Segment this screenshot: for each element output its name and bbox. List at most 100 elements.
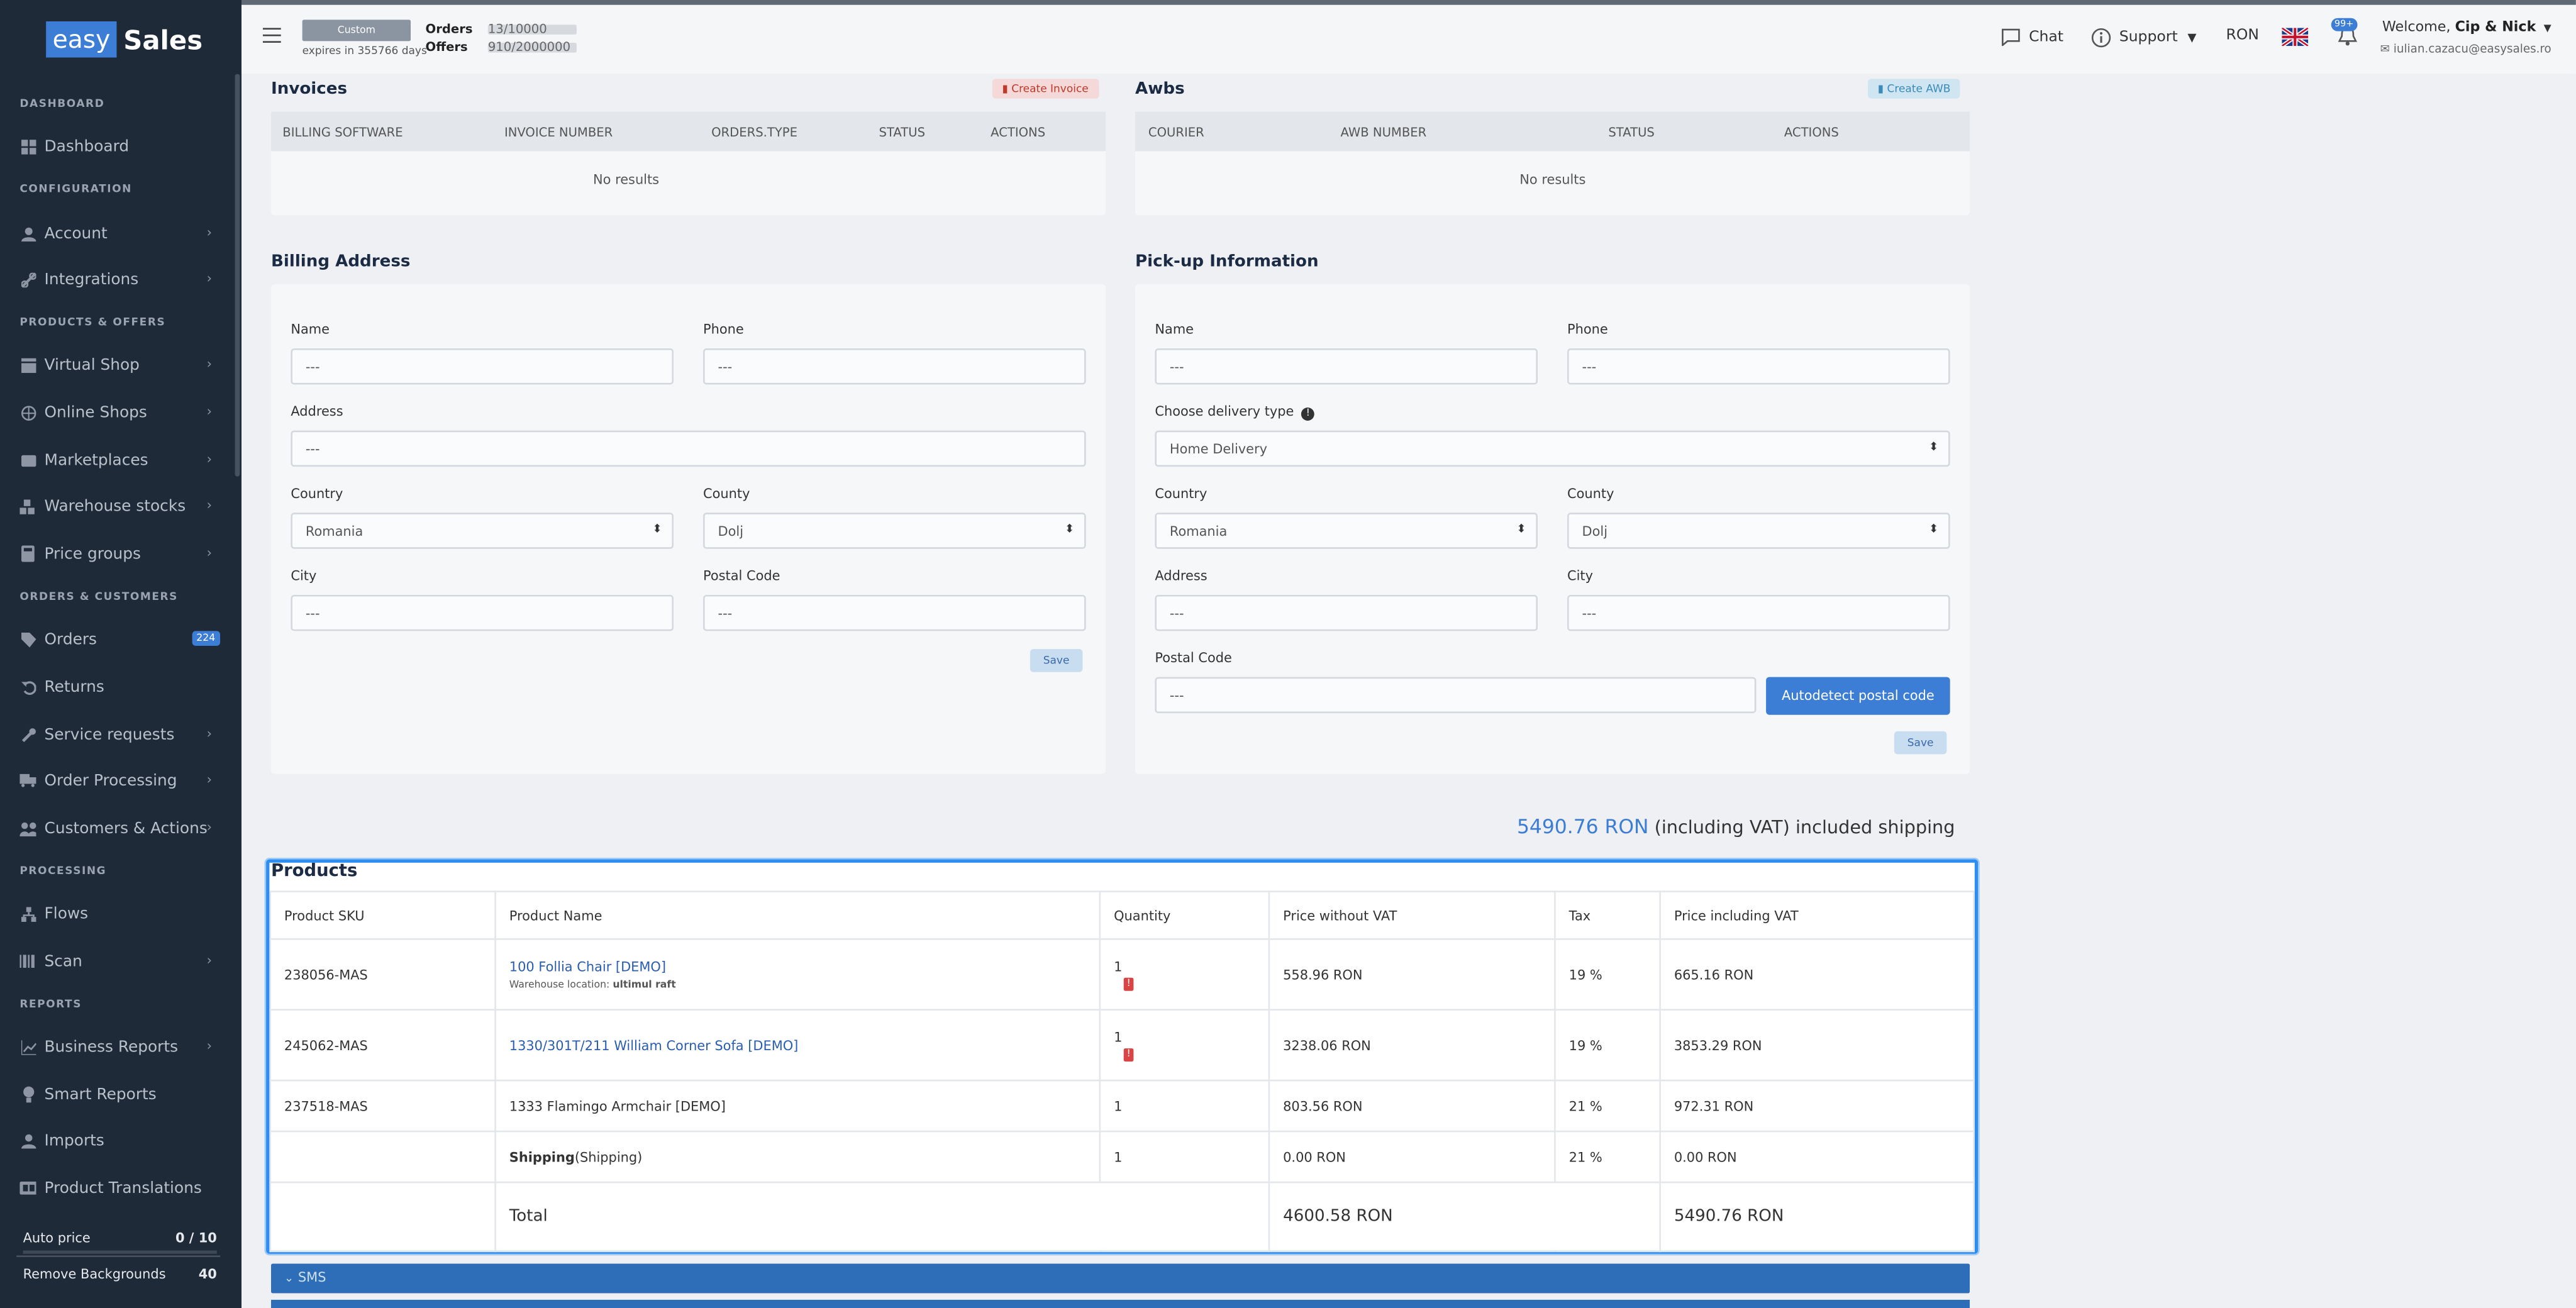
column-header: COURIER xyxy=(1148,125,1204,140)
sidebar-item-warehouse-stocks[interactable]: Warehouse stocks › xyxy=(19,493,225,519)
sidebar-item-integrations[interactable]: Integrations › xyxy=(19,266,225,292)
delivery-type-label: Choose delivery type ! xyxy=(1155,404,1315,421)
billing-address-form: Name --- Phone --- Address --- Country R… xyxy=(271,284,1106,774)
pickup-postal-code-field[interactable]: --- xyxy=(1155,677,1757,714)
sidebar-item-marketplaces[interactable]: Marketplaces › xyxy=(19,447,225,474)
total-price-including-vat: 5490.76 RON xyxy=(1659,1181,1975,1253)
sidebar-item-online-shops[interactable]: Online Shops › xyxy=(19,399,225,426)
sidebar-item-label: Account xyxy=(44,224,108,243)
product-sku: 237518-MAS xyxy=(269,1079,496,1133)
product-link[interactable]: 1330/301T/211 William Corner Sofa [DEMO] xyxy=(509,1038,799,1053)
section-processing: PROCESSING xyxy=(19,864,107,878)
billing-name-field[interactable]: --- xyxy=(291,348,674,385)
select-arrows-icon: ⬍ xyxy=(1929,522,1939,536)
billing-city-label: City xyxy=(291,568,317,584)
create-invoice-button[interactable]: ▮ Create Invoice xyxy=(992,79,1099,99)
sidebar-item-scan[interactable]: Scan › xyxy=(19,948,225,975)
billing-save-button[interactable]: Save xyxy=(1030,649,1083,672)
sidebar-item-order-processing[interactable]: Order Processing › xyxy=(19,767,225,794)
column-header: Quantity xyxy=(1099,890,1270,940)
support-dropdown[interactable]: Support ▼ xyxy=(2091,28,2196,48)
billing-address-field[interactable]: --- xyxy=(291,430,1086,467)
sidebar-item-business-reports[interactable]: Business Reports › xyxy=(19,1034,225,1060)
sidebar-item-price-groups[interactable]: Price groups › xyxy=(19,541,225,567)
selected-value: Dolj xyxy=(1582,524,1608,540)
pickup-name-label: Name xyxy=(1155,322,1194,337)
pickup-address-field[interactable]: --- xyxy=(1155,594,1538,631)
user-email-text: iulian.cazacu@easysales.ro xyxy=(2393,42,2551,56)
pickup-county-select[interactable]: Dolj ⬍ xyxy=(1567,513,1950,549)
welcome-user-menu[interactable]: Welcome, Cip & Nick ▼ xyxy=(2382,19,2551,36)
billing-phone-field[interactable]: --- xyxy=(703,348,1086,385)
boxes-icon xyxy=(19,498,36,514)
billing-country-select[interactable]: Romania ⬍ xyxy=(291,513,674,549)
tax-rate: 19 % xyxy=(1554,938,1661,1011)
notifications-button[interactable]: 99+ xyxy=(2331,18,2358,46)
sidebar-item-dashboard[interactable]: Dashboard xyxy=(19,133,225,160)
tax-rate: 19 % xyxy=(1554,1009,1661,1082)
warning-icon[interactable]: ! xyxy=(1123,1047,1134,1061)
pickup-city-field[interactable]: --- xyxy=(1567,594,1950,631)
delivery-type-select[interactable]: Home Delivery ⬍ xyxy=(1155,430,1950,467)
info-icon[interactable]: ! xyxy=(1301,407,1315,421)
invoices-empty-message: No results xyxy=(593,172,660,187)
warehouse-location: Warehouse location: ultimul raft xyxy=(509,978,1086,990)
sidebar-item-flows[interactable]: Flows xyxy=(19,901,225,927)
product-link[interactable]: 100 Follia Chair [DEMO] xyxy=(509,959,666,974)
sidebar-item-virtual-shop[interactable]: Virtual Shop › xyxy=(19,352,225,378)
sidebar-item-label: Integrations xyxy=(44,270,139,289)
wrench-icon xyxy=(19,726,36,743)
logo[interactable]: easy Sales xyxy=(46,21,203,58)
sidebar-item-account[interactable]: Account › xyxy=(19,220,225,247)
user-icon xyxy=(19,225,36,241)
autodetect-postal-code-button[interactable]: Autodetect postal code xyxy=(1766,677,1950,715)
selected-value: Dolj xyxy=(718,524,744,540)
order-total-amount: 5490.76 RON xyxy=(1516,815,1649,838)
currency-selector[interactable]: RON xyxy=(2226,28,2259,44)
next-accordion[interactable] xyxy=(271,1299,1970,1308)
sms-label: SMS xyxy=(297,1270,326,1285)
dashboard-icon xyxy=(19,138,36,155)
bulb-icon xyxy=(19,1086,36,1103)
column-header: STATUS xyxy=(1608,125,1655,140)
sidebar-item-service-requests[interactable]: Service requests › xyxy=(19,721,225,748)
sidebar-item-label: Smart Reports xyxy=(44,1085,157,1104)
billing-city-field[interactable]: --- xyxy=(291,594,674,631)
billing-county-select[interactable]: Dolj ⬍ xyxy=(703,513,1086,549)
pickup-information-form: Name --- Phone --- Choose delivery type … xyxy=(1135,284,1970,774)
barcode-icon xyxy=(19,953,36,970)
sidebar-item-customers-actions[interactable]: Customers & Actions › xyxy=(19,815,225,841)
pickup-phone-field[interactable]: --- xyxy=(1567,348,1950,385)
chat-button[interactable]: Chat xyxy=(2001,28,2063,47)
sidebar-item-orders[interactable]: Orders 224 xyxy=(19,626,225,653)
credit-remove-backgrounds: Remove Backgrounds 40 xyxy=(16,1262,220,1292)
awbs-empty-message: No results xyxy=(1519,172,1586,187)
quantity-cell: 1! xyxy=(1099,938,1270,1011)
column-header: STATUS xyxy=(879,125,926,140)
sidebar-item-label: Virtual Shop xyxy=(44,355,140,374)
column-header: Product Name xyxy=(494,890,1101,940)
pickup-save-button[interactable]: Save xyxy=(1894,731,1947,755)
billing-postal-code-field[interactable]: --- xyxy=(703,594,1086,631)
sidebar-item-smart-reports[interactable]: Smart Reports xyxy=(19,1081,225,1107)
sidebar-item-returns[interactable]: Returns xyxy=(19,673,225,700)
uk-flag-icon[interactable] xyxy=(2282,28,2309,47)
pickup-country-select[interactable]: Romania ⬍ xyxy=(1155,513,1538,549)
sidebar-item-label: Customers & Actions xyxy=(44,819,208,838)
pickup-name-field[interactable]: --- xyxy=(1155,348,1538,385)
create-awb-button[interactable]: ▮ Create AWB xyxy=(1868,79,1961,99)
sidebar-item-product-translations[interactable]: Product Translations xyxy=(19,1175,225,1201)
sms-accordion[interactable]: ⌄ SMS xyxy=(271,1263,1970,1294)
menu-toggle-icon[interactable] xyxy=(262,28,281,47)
credit-label: Auto price xyxy=(23,1231,91,1246)
file-icon: ▮ xyxy=(1877,82,1884,96)
billing-country-label: Country xyxy=(291,486,343,501)
price-without-vat: 0.00 RON xyxy=(1268,1130,1556,1183)
chevron-right-icon: › xyxy=(206,404,212,419)
sidebar-item-label: Orders xyxy=(44,630,97,648)
sidebar-scrollbar[interactable] xyxy=(235,74,240,477)
warning-icon[interactable]: ! xyxy=(1123,977,1134,990)
invoices-table: BILLING SOFTWARE INVOICE NUMBER ORDERS.T… xyxy=(271,111,1106,216)
sidebar-item-imports[interactable]: Imports xyxy=(19,1128,225,1154)
section-configuration: CONFIGURATION xyxy=(19,182,132,196)
